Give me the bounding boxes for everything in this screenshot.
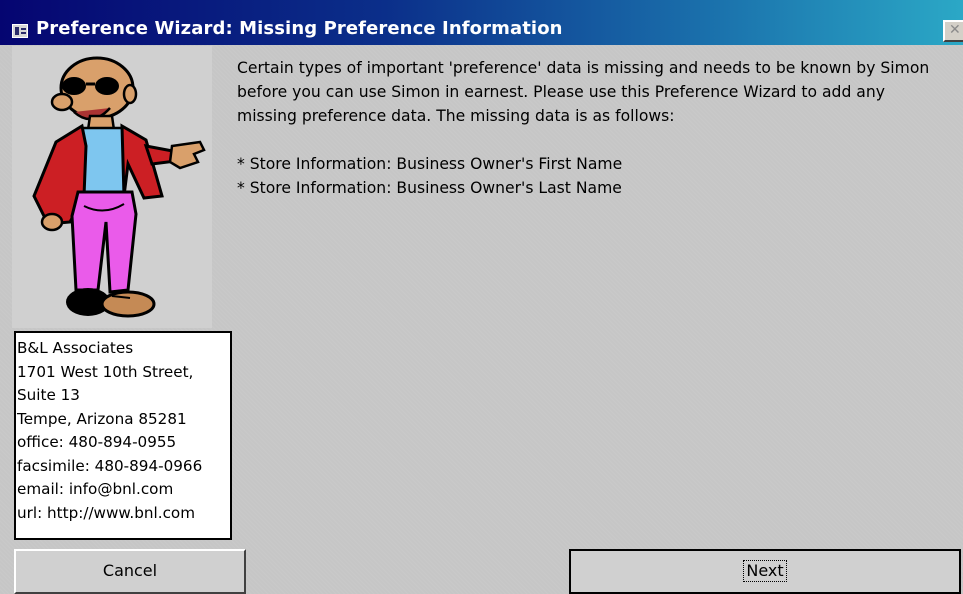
address-box: B&L Associates 1701 West 10th Street, Su… xyxy=(14,331,232,540)
address-line-url: url: http://www.bnl.com xyxy=(17,503,196,522)
message-panel: Certain types of important 'preference' … xyxy=(237,56,937,200)
close-icon: ✕ xyxy=(949,22,961,38)
address-line-street: 1701 West 10th Street, xyxy=(17,362,194,381)
address-line-company: B&L Associates xyxy=(17,339,134,357)
mascot-illustration xyxy=(12,46,212,328)
message-paragraph: Certain types of important 'preference' … xyxy=(237,59,930,125)
form-icon xyxy=(12,24,28,38)
mascot-cartoon-image xyxy=(32,56,206,318)
title-bar[interactable]: Preference Wizard: Missing Preference In… xyxy=(0,0,963,45)
address-line-office: office: 480-894-0955 xyxy=(17,433,177,451)
address-line-suite: Suite 13 xyxy=(17,386,80,404)
cancel-button[interactable]: Cancel xyxy=(14,549,246,594)
preference-wizard-window: Preference Wizard: Missing Preference In… xyxy=(0,0,963,594)
missing-item: * Store Information: Business Owner's Fi… xyxy=(237,155,623,173)
next-button[interactable]: Next xyxy=(569,549,961,594)
window-title: Preference Wizard: Missing Preference In… xyxy=(36,18,563,39)
close-button[interactable]: ✕ xyxy=(943,20,963,42)
next-button-label: Next xyxy=(743,560,787,582)
missing-item: * Store Information: Business Owner's La… xyxy=(237,179,622,197)
address-line-email: email: info@bnl.com xyxy=(17,480,174,498)
address-line-fax: facsimile: 480-894-0966 xyxy=(17,456,203,475)
address-line-city: Tempe, Arizona 85281 xyxy=(17,409,187,428)
